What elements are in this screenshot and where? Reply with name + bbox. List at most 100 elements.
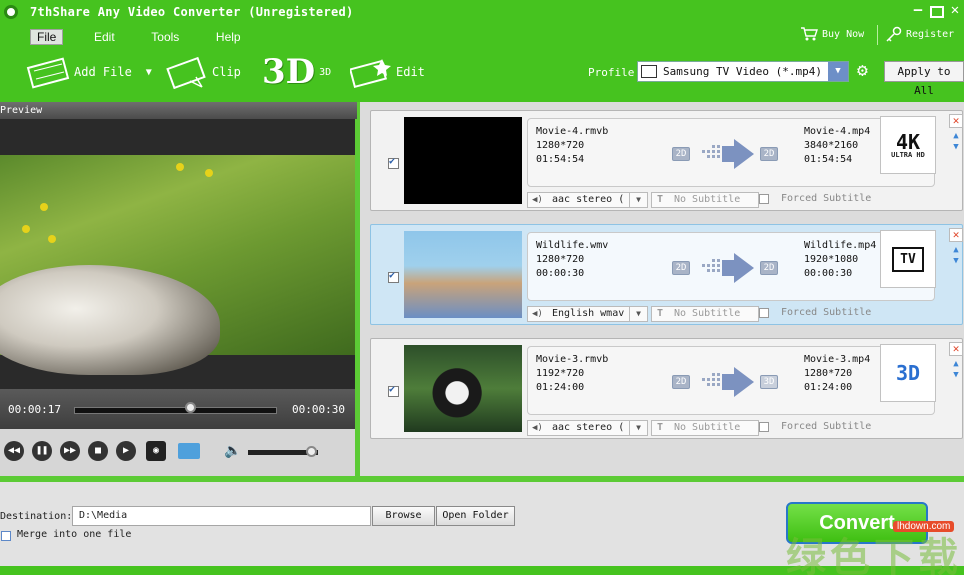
source-dimension-tag: 2D	[672, 375, 690, 389]
audio-value: aac stereo (	[552, 194, 625, 205]
file-item[interactable]: Movie-4.rmvb 1280*720 01:54:54 2D 2D Mov…	[370, 110, 963, 211]
add-file-button[interactable]: Add File ▼	[26, 54, 152, 90]
fast-forward-icon[interactable]: ▶▶	[60, 441, 80, 461]
speaker-muted-icon[interactable]: 🔈	[224, 443, 241, 459]
menu-tools[interactable]: Tools	[145, 30, 185, 44]
speaker-icon: ◀)	[532, 423, 543, 433]
move-down-icon[interactable]: ▼	[951, 142, 961, 152]
gear-icon[interactable]: ⚙	[857, 62, 875, 80]
subtitle-select[interactable]: T No Subtitle	[651, 306, 759, 322]
target-resolution: 1920*1080	[804, 254, 859, 265]
apply-to-all-button[interactable]: Apply to All	[884, 61, 964, 97]
subtitle-select[interactable]: T No Subtitle	[651, 420, 759, 436]
minimize-button[interactable]: —	[909, 3, 927, 19]
clip-button[interactable]: Clip	[166, 54, 241, 90]
3d-button[interactable]: 3D 3D	[262, 52, 332, 92]
time-total: 00:00:30	[292, 403, 345, 416]
source-duration: 01:54:54	[536, 154, 585, 165]
time-current: 00:00:17	[8, 403, 61, 416]
audio-value: English wmav	[552, 308, 625, 319]
seek-track[interactable]	[74, 407, 277, 414]
merge-checkbox[interactable]	[1, 531, 11, 541]
seek-thumb[interactable]	[184, 402, 196, 413]
browse-button[interactable]: Browse	[372, 506, 435, 526]
chevron-down-icon[interactable]: ▼	[629, 307, 647, 321]
file-options: ◀) English wmav ▼ T No Subtitle Forced S…	[527, 306, 877, 322]
audio-select[interactable]: ◀) English wmav ▼	[527, 306, 648, 322]
target-duration: 01:24:00	[804, 382, 853, 393]
source-name: Wildlife.wmv	[536, 240, 609, 251]
forced-subtitle-checkbox[interactable]	[759, 194, 769, 204]
chevron-down-icon[interactable]: ▼	[629, 193, 647, 207]
text-icon: T	[657, 422, 664, 433]
menu-edit[interactable]: Edit	[88, 30, 121, 44]
stop-icon[interactable]: ■	[88, 441, 108, 461]
subtitle-select[interactable]: T No Subtitle	[651, 192, 759, 208]
play-icon[interactable]: ▶	[116, 441, 136, 461]
move-down-icon[interactable]: ▼	[951, 256, 961, 266]
volume-thumb[interactable]	[306, 446, 317, 457]
forced-subtitle-checkbox[interactable]	[759, 308, 769, 318]
buy-now-link[interactable]: Buy Now	[800, 26, 864, 42]
profile-label: Profile:	[588, 66, 641, 79]
chevron-down-icon[interactable]: ▼	[629, 421, 647, 435]
profile-select[interactable]: Samsung TV Video (*.mp4) ▼	[637, 61, 849, 82]
file-checkbox[interactable]	[388, 384, 399, 397]
close-button[interactable]: ✕	[946, 3, 964, 19]
move-up-icon[interactable]: ▲	[951, 359, 961, 369]
open-folder-button[interactable]: Open Folder	[436, 506, 515, 526]
video-area[interactable]	[0, 119, 355, 389]
pause-icon[interactable]: ❚❚	[32, 441, 52, 461]
file-checkbox[interactable]	[388, 270, 399, 283]
file-checkbox[interactable]	[388, 156, 399, 169]
film-edit-icon	[350, 59, 391, 89]
subtitle-value: No Subtitle	[674, 194, 741, 205]
source-info: Movie-4.rmvb 1280*720 01:54:54	[536, 125, 608, 167]
audio-select[interactable]: ◀) aac stereo ( ▼	[527, 192, 648, 208]
file-item[interactable]: Wildlife.wmv 1280*720 00:00:30 2D 2D Wil…	[370, 224, 963, 325]
output-format-button[interactable]: TV	[880, 230, 936, 288]
watermark-site: lhdown.com	[893, 521, 955, 532]
menu-file[interactable]: File	[30, 29, 64, 45]
file-thumbnail	[404, 117, 522, 204]
folder-icon[interactable]	[178, 443, 200, 459]
file-options: ◀) aac stereo ( ▼ T No Subtitle Forced S…	[527, 420, 877, 436]
menu-help[interactable]: Help	[210, 30, 247, 44]
move-up-icon[interactable]: ▲	[951, 131, 961, 141]
file-thumbnail	[404, 345, 522, 432]
remove-file-icon[interactable]: ✕	[949, 342, 963, 356]
remove-file-icon[interactable]: ✕	[949, 228, 963, 242]
merge-label: Merge into one file	[17, 529, 132, 540]
film-clip-icon	[166, 56, 206, 89]
source-resolution: 1280*720	[536, 140, 585, 151]
remove-file-icon[interactable]: ✕	[949, 114, 963, 128]
source-resolution: 1280*720	[536, 254, 585, 265]
maximize-button[interactable]	[930, 6, 944, 18]
edit-button[interactable]: Edit	[350, 54, 425, 90]
audio-select[interactable]: ◀) aac stereo ( ▼	[527, 420, 648, 436]
register-link[interactable]: Register	[884, 26, 954, 42]
output-format-button[interactable]: 4K ULTRA HD	[880, 116, 936, 174]
chevron-down-icon[interactable]: ▼	[828, 62, 848, 81]
rewind-icon[interactable]: ◀◀	[4, 441, 24, 461]
source-name: Movie-3.rmvb	[536, 354, 609, 365]
target-info: Movie-4.mp4 3840*2160 01:54:54	[804, 125, 870, 167]
3d-label: 3D	[319, 66, 332, 78]
target-name: Wildlife.mp4	[804, 240, 877, 251]
subtitle-value: No Subtitle	[674, 422, 741, 433]
destination-input[interactable]: D:\Media	[72, 506, 371, 526]
3d-icon: 3D	[262, 52, 316, 92]
camera-icon[interactable]: ◉	[146, 441, 166, 461]
clip-label: Clip	[212, 65, 241, 79]
target-name: Movie-4.mp4	[804, 126, 871, 137]
output-format-button[interactable]: 3D	[880, 344, 936, 402]
audio-value: aac stereo (	[552, 422, 625, 433]
forced-subtitle-checkbox[interactable]	[759, 422, 769, 432]
add-file-dropdown-icon[interactable]: ▼	[146, 67, 152, 78]
file-item[interactable]: Movie-3.rmvb 1192*720 01:24:00 2D 3D Mov…	[370, 338, 963, 439]
target-duration: 00:00:30	[804, 268, 853, 279]
move-up-icon[interactable]: ▲	[951, 245, 961, 255]
move-down-icon[interactable]: ▼	[951, 370, 961, 380]
top-bar: 7thShare Any Video Converter (Unregister…	[0, 0, 964, 102]
file-info-box: Wildlife.wmv 1280*720 00:00:30 2D 2D Wil…	[527, 232, 935, 301]
